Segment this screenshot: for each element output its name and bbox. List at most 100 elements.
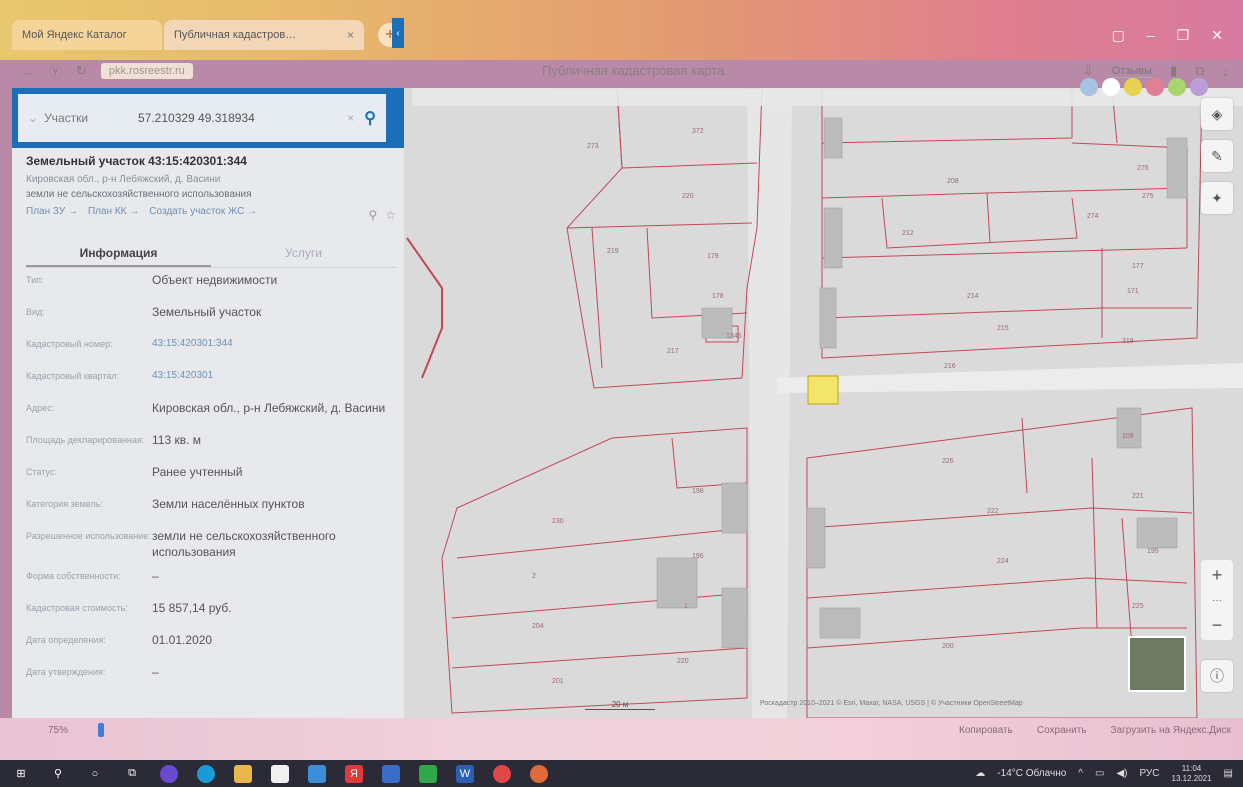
property-row: Площадь декларированная: 113 кв. м [26,432,396,456]
url-field[interactable]: pkk.rosreestr.ru [100,63,193,79]
zoom-out-button[interactable]: − [1212,615,1223,636]
maximize-icon[interactable]: ❐ [1177,27,1190,44]
layer-switcher[interactable] [1080,78,1208,96]
cadastral-number-link[interactable]: 43:15:420301:344 [152,336,396,352]
task-view-icon[interactable]: ⧉ [123,765,141,783]
star-icon[interactable]: ☆ [385,208,396,222]
map-scale: 20 м [585,700,655,710]
layer-dot[interactable] [1124,78,1142,96]
explorer-icon[interactable] [234,764,252,783]
reload-icon[interactable]: ↻ [76,63,87,79]
parcel-number-label: 217 [667,348,679,355]
minimize-icon[interactable]: – [1147,27,1155,44]
volume-icon[interactable]: ◀) [1116,768,1127,779]
layer-dot[interactable] [1146,78,1164,96]
close-icon[interactable]: × [347,28,354,42]
search-box: ⌄ Участки × ⚲ [18,94,386,142]
alice-icon[interactable] [160,764,178,783]
zoom-in-button[interactable]: + [1212,565,1223,586]
excel-icon[interactable] [419,764,437,783]
property-row: Кадастровый номер: 43:15:420301:344 [26,336,396,360]
start-icon[interactable]: ⊞ [12,765,30,783]
parcel-number-label: 195 [1147,548,1159,555]
parcel-number-label: 221 [1132,493,1144,500]
cortana-icon[interactable]: ○ [86,765,104,783]
close-window-icon[interactable]: ✕ [1211,27,1223,44]
property-row: Форма собственности: – [26,568,396,592]
parcel-number-label: 2 [532,573,536,580]
browser-tab-active[interactable]: Публичная кадастров… × [164,20,364,50]
zoom-slider[interactable] [98,723,105,737]
weather-text[interactable]: -14°C Облачно [997,768,1066,779]
upload-disk-action[interactable]: Загрузить на Яндекс.Диск [1111,725,1231,736]
zoom-level[interactable]: 75% [48,725,68,736]
measure-button[interactable]: ✎ [1201,140,1233,172]
save-action[interactable]: Сохранить [1037,725,1087,736]
property-row: Статус: Ранее учтенный [26,464,396,488]
tab-services[interactable]: Услуги [211,238,396,267]
clear-icon[interactable]: × [347,111,354,125]
collections-icon[interactable]: ⧉ [1195,63,1204,79]
yandex-browser-icon[interactable]: Я [345,764,363,783]
collapse-panel-button[interactable]: ‹ [392,18,404,48]
plan-zu-link[interactable]: План ЗУ → [26,206,78,217]
parcel-number-label: 215 [997,325,1009,332]
menu-icon[interactable]: ▢ [1112,27,1125,44]
language-indicator[interactable]: РУС [1139,768,1159,779]
create-parcel-link[interactable]: Создать участок ЖС → [149,206,257,217]
locate-button[interactable]: ✦ [1201,182,1233,214]
search-type-select[interactable]: ⌄ Участки [28,111,138,125]
layer-dot[interactable] [1102,78,1120,96]
mail-icon[interactable] [308,764,326,783]
plan-kk-link[interactable]: План КК → [88,206,139,217]
layer-dot[interactable] [1190,78,1208,96]
feedback-link[interactable]: Отзывы [1111,65,1153,78]
tab-information[interactable]: Информация [26,238,211,267]
tray-chevron-icon[interactable]: ^ [1078,768,1083,779]
property-label: Дата определения: [26,635,106,645]
info-tabs: Информация Услуги [26,238,396,268]
yandex-icon[interactable]: Ⓨ [49,62,62,81]
parcel-number-label: 273 [587,143,599,150]
property-value: земли не сельскохозяйственного использов… [152,529,336,559]
property-label: Кадастровый номер: [26,339,113,349]
page-title: Публичная кадастровая карта [542,63,725,78]
back-icon[interactable]: ← [22,64,35,79]
notifications-icon[interactable]: ▤ [1224,768,1233,779]
downloads-icon[interactable]: ↓ [1223,64,1230,79]
layer-dot[interactable] [1080,78,1098,96]
info-button[interactable]: ⓘ [1201,660,1233,692]
copy-action[interactable]: Копировать [959,725,1013,736]
download-indicator-icon[interactable]: ⇩ [1083,63,1094,79]
minimap[interactable] [1128,636,1186,692]
search-icon[interactable]: ⚲ [364,108,376,128]
object-purpose: земли не сельскохозяйственного использов… [26,189,252,200]
object-links: План ЗУ → План КК → Создать участок ЖС → [26,206,396,217]
word-icon[interactable]: W [456,764,474,783]
parcel-number-label: 179 [707,253,719,260]
yandex-app-icon[interactable] [493,764,511,783]
property-value: Объект недвижимости [152,273,278,287]
layers-button[interactable]: ◈ [1201,98,1233,130]
weather-icon[interactable]: ☁ [975,768,985,779]
property-value: Кировская обл., р-н Лебяжский, д. Васини [152,401,386,415]
search-input[interactable] [138,111,348,125]
parcel-number-label: 200 [942,643,954,650]
clock[interactable]: 11:04 13.12.2021 [1172,764,1212,784]
cadastral-quarter-link[interactable]: 43:15:420301 [152,368,396,384]
search-taskbar-icon[interactable]: ⚲ [49,765,67,783]
parcel-number-label: 218 [1122,338,1134,345]
calculator-icon[interactable] [382,764,400,783]
parcel-number-label: 275 [1142,193,1154,200]
store-icon[interactable] [271,764,289,783]
network-icon[interactable]: ▭ [1095,768,1104,779]
layer-dot[interactable] [1168,78,1186,96]
bookmark-icon[interactable]: ▮ [1170,63,1177,79]
property-label: Кадастровая стоимость: [26,603,128,613]
selected-parcel[interactable] [807,375,839,405]
yandex-app-icon[interactable] [530,764,548,783]
parcel-number-label: 171 [1127,288,1139,295]
edge-icon[interactable] [197,764,215,783]
zoom-to-icon[interactable]: ⚲ [368,208,377,222]
browser-tab[interactable]: Мой Яндекс Каталог [12,20,162,50]
